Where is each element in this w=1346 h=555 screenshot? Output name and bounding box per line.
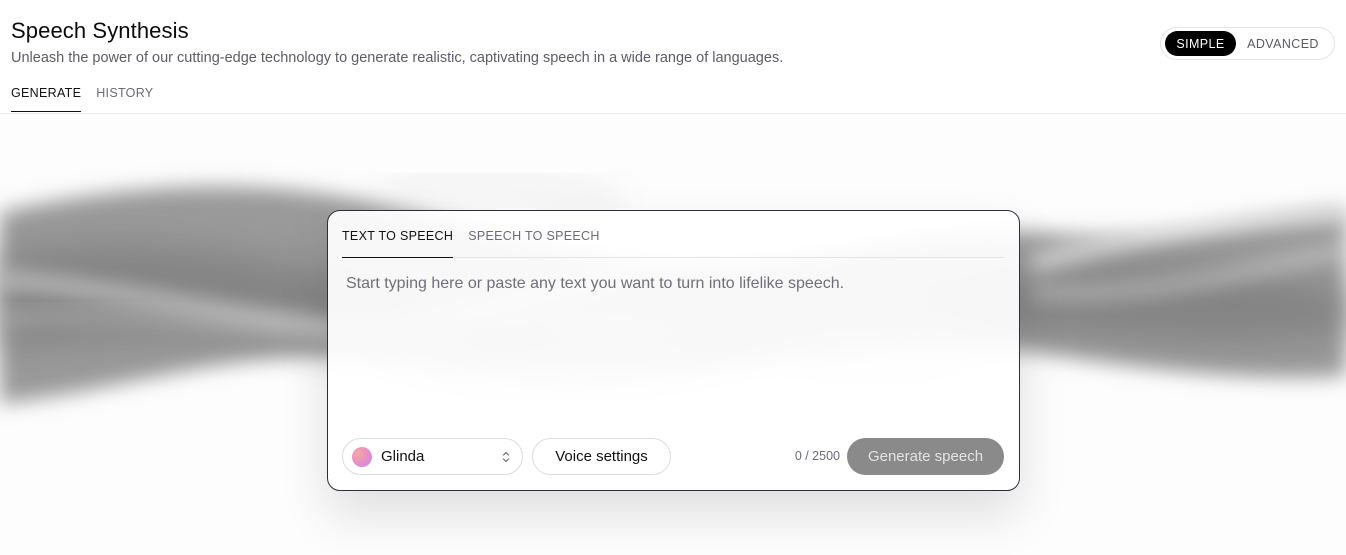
card-tabs: TEXT TO SPEECH SPEECH TO SPEECH: [342, 229, 1004, 258]
voice-settings-button[interactable]: Voice settings: [532, 438, 671, 475]
page-header: Speech Synthesis Unleash the power of ou…: [0, 0, 1346, 114]
tts-card: TEXT TO SPEECH SPEECH TO SPEECH Glinda V…: [327, 210, 1020, 491]
page-title: Speech Synthesis: [11, 18, 189, 43]
tab-history[interactable]: HISTORY: [96, 86, 153, 112]
chevron-up-down-icon: [502, 451, 510, 463]
simple-mode-button[interactable]: SIMPLE: [1165, 31, 1236, 56]
generate-speech-button[interactable]: Generate speech: [847, 438, 1004, 475]
tab-speech-to-speech[interactable]: SPEECH TO SPEECH: [468, 229, 599, 258]
tab-generate[interactable]: GENERATE: [11, 86, 82, 112]
voice-select[interactable]: Glinda: [342, 438, 523, 475]
voice-name: Glinda: [381, 448, 425, 465]
tab-text-to-speech[interactable]: TEXT TO SPEECH: [342, 229, 454, 258]
gradient-avatar-icon: [352, 446, 372, 467]
speech-text-input[interactable]: [346, 275, 1002, 415]
page-tabs: GENERATE HISTORY: [11, 86, 153, 112]
mode-toggle: SIMPLE ADVANCED: [1160, 27, 1335, 60]
page-subtitle: Unleash the power of our cutting-edge te…: [11, 50, 784, 66]
character-count: 0 / 2500: [794, 449, 840, 463]
advanced-mode-button[interactable]: ADVANCED: [1236, 31, 1330, 56]
